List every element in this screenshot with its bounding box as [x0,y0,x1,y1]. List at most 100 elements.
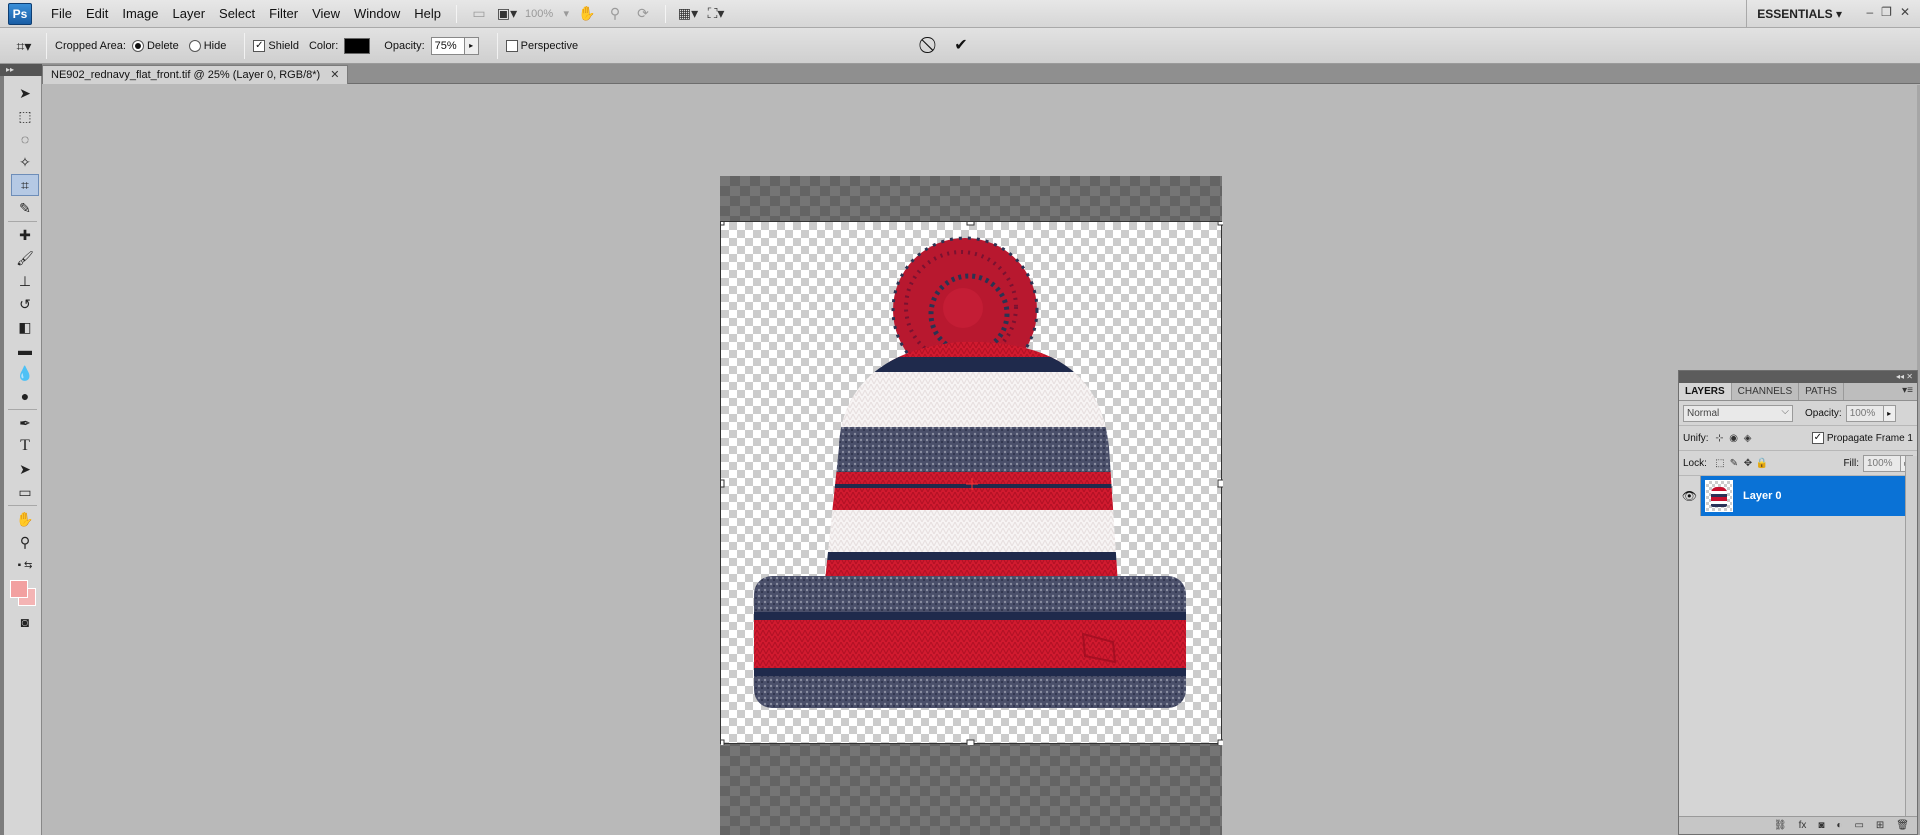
perspective-checkbox-box[interactable] [505,39,518,52]
menu-filter[interactable]: Filter [262,0,305,28]
menu-help[interactable]: Help [407,0,448,28]
opacity-label: Opacity: [384,39,425,52]
layer-item-selected[interactable]: Layer 0 [1701,475,1917,516]
zoom-tool-icon[interactable]: ⚲ [11,531,39,553]
layers-panel-titlebar[interactable]: ◂◂ ✕ [1679,371,1917,383]
healing-brush-tool-icon[interactable]: ✚ [11,224,39,246]
history-brush-tool-icon[interactable]: ↺ [11,293,39,315]
tools-panel-header[interactable]: ▸▸ [0,64,42,76]
shield-checkbox[interactable]: ✓ Shield [253,39,299,52]
path-selection-tool-icon[interactable]: ➤ [11,458,39,480]
layer-thumbnail-image [1711,486,1727,507]
commit-crop-icon[interactable]: ✔ [952,37,970,55]
bridge-icon[interactable]: ▭ [465,3,493,25]
shield-label: Shield [268,39,299,52]
chevron-down-icon: ▾ [1835,7,1842,21]
new-group-icon[interactable]: ▭ [1854,820,1863,831]
close-icon[interactable]: ✕ [1900,5,1910,19]
close-document-icon[interactable]: ✕ [330,66,339,84]
screen-mode-icon[interactable]: ▣▾ [493,3,521,25]
pen-tool-icon[interactable]: ✒ [11,412,39,434]
menu-image[interactable]: Image [115,0,165,28]
shield-color-swatch[interactable] [344,37,371,54]
beanie-image [721,222,1223,745]
propagate-frame-checkbox[interactable]: ✓ Propagate Frame 1 [1811,432,1913,444]
propagate-checkbox-box[interactable]: ✓ [1811,432,1824,444]
foreground-color-swatch[interactable] [10,580,28,598]
workspace-switcher[interactable]: ESSENTIALS ▾ [1746,0,1842,28]
panel-menu-icon[interactable]: ▾≡ [1902,385,1913,396]
shape-tool-icon[interactable]: ▭ [11,481,39,503]
unify-position-icon[interactable]: ⊹ [1713,431,1727,445]
minimize-icon[interactable]: – [1866,5,1873,19]
menu-select[interactable]: Select [212,0,262,28]
lock-all-icon[interactable]: 🔒 [1755,456,1769,470]
screen-mode-select-icon[interactable]: ⛶▾ [702,3,730,25]
layer-opacity-arrow-icon[interactable]: ▸ [1883,404,1896,422]
lasso-tool-icon[interactable]: ◌ [11,128,39,150]
opacity-slider-arrow-icon[interactable]: ▸ [464,36,479,55]
fill-input[interactable]: 100% [1863,454,1901,472]
type-tool-icon[interactable]: T [11,435,39,457]
arrange-documents-icon[interactable]: ▦▾ [674,3,702,25]
link-layers-icon[interactable]: ⛓ [1774,820,1787,831]
layer-row[interactable]: 👁 Layer 0 [1679,475,1917,516]
tab-layers[interactable]: LAYERS [1679,383,1732,400]
hide-radio-button[interactable] [188,39,201,52]
clone-stamp-tool-icon[interactable]: ⊥ [11,270,39,292]
rotate-view-icon[interactable]: ⟳ [629,3,657,25]
zoom-tool-icon[interactable]: ⚲ [601,3,629,25]
tab-paths[interactable]: PATHS [1799,383,1844,400]
cancel-crop-icon[interactable]: ⃠ [922,37,940,55]
hand-tool-icon[interactable]: ✋ [11,508,39,530]
layer-opacity-label: Opacity: [1805,407,1842,419]
menu-layer[interactable]: Layer [166,0,213,28]
adjustment-layer-icon[interactable]: ◐ [1836,820,1842,831]
blur-tool-icon[interactable]: 💧 [11,362,39,384]
delete-radio-button[interactable] [131,39,144,52]
menu-view[interactable]: View [305,0,347,28]
tab-channels[interactable]: CHANNELS [1732,383,1800,400]
new-layer-icon[interactable]: ⊞ [1876,820,1884,831]
hand-tool-icon[interactable]: ✋ [573,3,601,25]
unify-style-icon[interactable]: ◈ [1741,431,1755,445]
layer-style-icon[interactable]: fx [1799,820,1807,831]
layers-scrollbar[interactable] [1905,456,1917,816]
fill-label: Fill: [1843,457,1859,469]
zoom-level-select[interactable]: 100% ▾ [521,5,573,23]
quick-mask-icon[interactable]: ◙ [11,611,39,633]
lock-transparent-icon[interactable]: ⬚ [1713,456,1727,470]
crop-selection[interactable] [720,221,1223,745]
layer-mask-icon[interactable]: ◙ [1818,820,1824,831]
unify-label: Unify: [1683,432,1709,444]
layer-opacity-input[interactable]: 100% [1845,404,1884,422]
marquee-tool-icon[interactable]: ⬚ [11,105,39,127]
delete-layer-icon[interactable]: 🗑 [1896,820,1909,831]
shield-checkbox-box[interactable]: ✓ [253,39,266,52]
crop-tool-icon[interactable]: ⌗ [11,174,39,196]
crop-tool-preset-icon[interactable]: ⌗▾ [10,35,38,57]
menu-file[interactable]: File [44,0,79,28]
lock-image-icon[interactable]: ✎ [1727,456,1741,470]
opacity-input[interactable]: 75% [430,36,465,55]
menu-edit[interactable]: Edit [79,0,115,28]
layer-visibility-eye-icon[interactable]: 👁 [1679,475,1701,516]
document-tab[interactable]: NE902_rednavy_flat_front.tif @ 25% (Laye… [42,65,349,84]
delete-radio[interactable]: Delete [131,39,179,52]
brush-tool-icon[interactable]: 🖌 [11,247,39,269]
lock-position-icon[interactable]: ✥ [1741,456,1755,470]
blend-mode-select[interactable]: Normal [1683,404,1793,422]
unify-visibility-icon[interactable]: ◉ [1727,431,1741,445]
eyedropper-tool-icon[interactable]: ✎ [11,197,39,219]
move-tool-icon[interactable]: ➤ [11,82,39,104]
perspective-checkbox[interactable]: Perspective [505,39,578,52]
gradient-tool-icon[interactable]: ▬ [11,339,39,361]
hide-radio[interactable]: Hide [188,39,226,52]
magic-wand-tool-icon[interactable]: ✧ [11,151,39,173]
restore-icon[interactable]: ❐ [1881,5,1892,19]
canvas-area[interactable] [42,85,1917,835]
menu-window[interactable]: Window [347,0,407,28]
eraser-tool-icon[interactable]: ◧ [11,316,39,338]
swap-colors-icon[interactable]: ▪ ⇆ [11,554,39,576]
dodge-tool-icon[interactable]: ● [11,385,39,407]
